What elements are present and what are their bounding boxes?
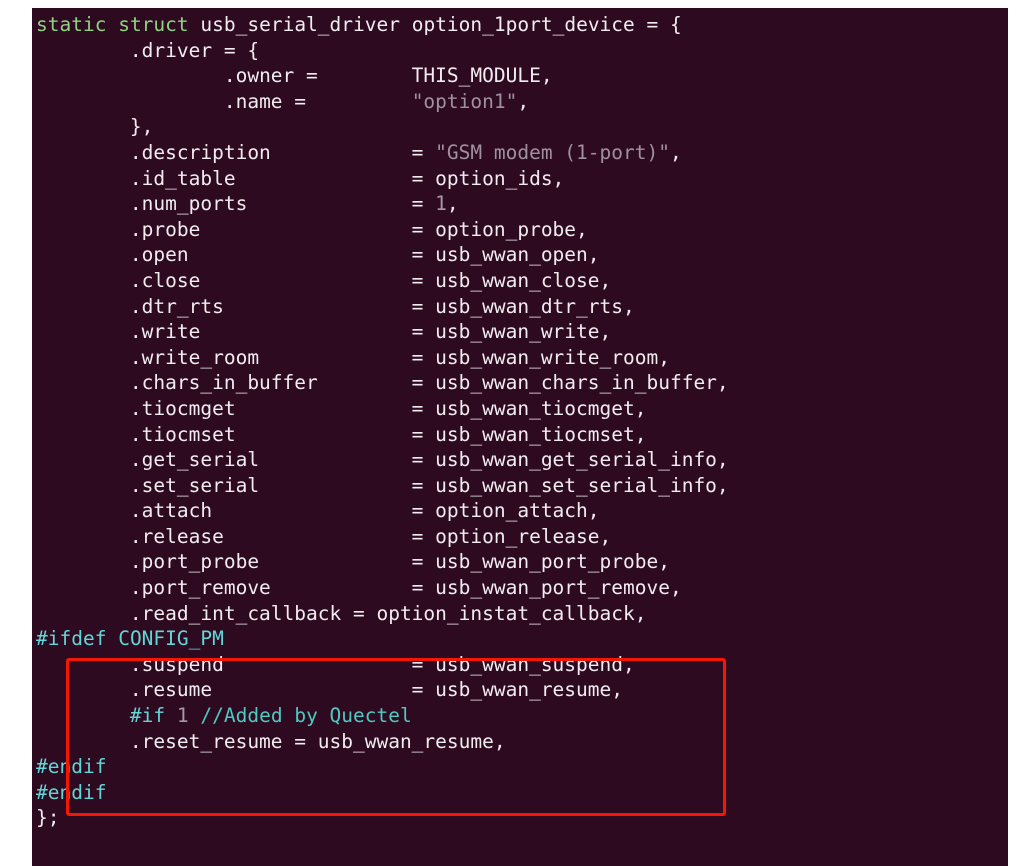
token-identifier: .resume = usb_wwan_resume, <box>129 678 624 702</box>
code-line: .dtr_rts = usb_wwan_dtr_rts, <box>36 294 729 320</box>
code-line: .tiocmset = usb_wwan_tiocmset, <box>36 422 729 448</box>
code-line: .resume = usb_wwan_resume, <box>36 677 729 703</box>
code-line: .tiocmget = usb_wwan_tiocmget, <box>36 396 729 422</box>
screenshot-root: static struct usb_serial_driver option_1… <box>0 0 1034 866</box>
code-line: .suspend = usb_wwan_suspend, <box>36 652 729 678</box>
token-identifier: .tiocmset = usb_wwan_tiocmset, <box>129 422 647 446</box>
token-preprocessor: #endif <box>36 755 107 779</box>
token-identifier: .get_serial = usb_wwan_get_serial_info, <box>129 448 729 472</box>
code-line: #ifdef CONFIG_PM <box>36 626 729 652</box>
token-identifier: .num_ports = <box>129 192 436 216</box>
token-identifier: .probe = option_probe, <box>129 217 588 241</box>
token-identifier: .reset_resume = usb_wwan_resume, <box>129 729 506 753</box>
code-line: .port_remove = usb_wwan_port_remove, <box>36 575 729 601</box>
token-comment: //Added by Quectel <box>200 704 412 728</box>
token-number: 1 <box>435 192 447 216</box>
token-identifier: .write = usb_wwan_write, <box>129 320 612 344</box>
token-identifier: .name = <box>223 89 412 113</box>
token-identifier: , <box>446 192 459 216</box>
token-preprocessor: CONFIG_PM <box>118 627 224 651</box>
code-line: .write = usb_wwan_write, <box>36 319 729 345</box>
token-preprocessor: #ifdef <box>36 627 107 651</box>
token-identifier: .owner = THIS_MODULE, <box>223 64 553 88</box>
code-line: .driver = { <box>36 38 729 64</box>
code-line: .chars_in_buffer = usb_wwan_chars_in_buf… <box>36 370 729 396</box>
token-identifier: , <box>669 140 682 164</box>
code-line: #endif <box>36 780 729 806</box>
token-string: "option1" <box>411 89 518 113</box>
token-preprocessor: #endif <box>36 780 107 804</box>
token-identifier <box>189 704 201 727</box>
token-identifier <box>106 13 118 36</box>
token-identifier: .driver = { <box>129 38 260 62</box>
code-line: static struct usb_serial_driver option_1… <box>36 12 729 38</box>
code-line: .release = option_release, <box>36 524 729 550</box>
token-identifier: .tiocmget = usb_wwan_tiocmget, <box>129 396 647 420</box>
code-line: #if 1 //Added by Quectel <box>36 703 729 729</box>
code-line: }; <box>36 805 729 831</box>
code-line: .get_serial = usb_wwan_get_serial_info, <box>36 447 729 473</box>
token-identifier <box>165 704 177 727</box>
code-line: .name = "option1", <box>36 89 729 115</box>
token-identifier <box>106 627 118 650</box>
token-preprocessor: #if <box>129 704 166 728</box>
token-identifier: }, <box>129 115 154 139</box>
code-line: .owner = THIS_MODULE, <box>36 63 729 89</box>
token-keyword: static <box>36 13 107 36</box>
code-line: }, <box>36 114 729 140</box>
code-line: .read_int_callback = option_instat_callb… <box>36 601 729 627</box>
token-identifier: .id_table = option_ids, <box>129 166 565 190</box>
code-line: .write_room = usb_wwan_write_room, <box>36 345 729 371</box>
code-line: .num_ports = 1, <box>36 191 729 217</box>
token-identifier: .release = option_release, <box>129 524 612 548</box>
code-line: .description = "GSM modem (1-port)", <box>36 140 729 166</box>
token-string: "GSM modem (1-port)" <box>435 140 670 164</box>
code-line: #endif <box>36 754 729 780</box>
token-identifier: .write_room = usb_wwan_write_room, <box>129 345 670 369</box>
code-line: .id_table = option_ids, <box>36 166 729 192</box>
token-identifier: , <box>517 89 530 113</box>
token-identifier: .set_serial = usb_wwan_set_serial_info, <box>129 473 729 497</box>
token-identifier: .open = usb_wwan_open, <box>129 243 600 267</box>
terminal-window[interactable]: static struct usb_serial_driver option_1… <box>32 8 1008 866</box>
token-identifier: .description = <box>129 140 436 164</box>
token-identifier: .port_probe = usb_wwan_port_probe, <box>129 550 670 574</box>
token-number: 1 <box>176 704 189 728</box>
code-line: .close = usb_wwan_close, <box>36 268 729 294</box>
token-keyword: struct <box>118 13 189 36</box>
code-line: .probe = option_probe, <box>36 217 729 243</box>
source-code-view[interactable]: static struct usb_serial_driver option_1… <box>36 12 729 831</box>
code-line: .attach = option_attach, <box>36 498 729 524</box>
code-line: .set_serial = usb_wwan_set_serial_info, <box>36 473 729 499</box>
token-identifier: .dtr_rts = usb_wwan_dtr_rts, <box>129 294 635 318</box>
token-identifier: .close = usb_wwan_close, <box>129 268 612 292</box>
token-identifier: .suspend = usb_wwan_suspend, <box>129 652 635 676</box>
token-identifier: .chars_in_buffer = usb_wwan_chars_in_buf… <box>129 371 729 395</box>
token-identifier: }; <box>36 806 60 830</box>
token-identifier: .read_int_callback = option_instat_callb… <box>129 601 647 625</box>
code-line: .open = usb_wwan_open, <box>36 242 729 268</box>
code-line: .reset_resume = usb_wwan_resume, <box>36 729 729 755</box>
token-identifier: usb_serial_driver option_1port_device = … <box>188 13 682 36</box>
code-line: .port_probe = usb_wwan_port_probe, <box>36 549 729 575</box>
token-identifier: .attach = option_attach, <box>129 499 600 523</box>
token-identifier: .port_remove = usb_wwan_port_remove, <box>129 576 682 600</box>
